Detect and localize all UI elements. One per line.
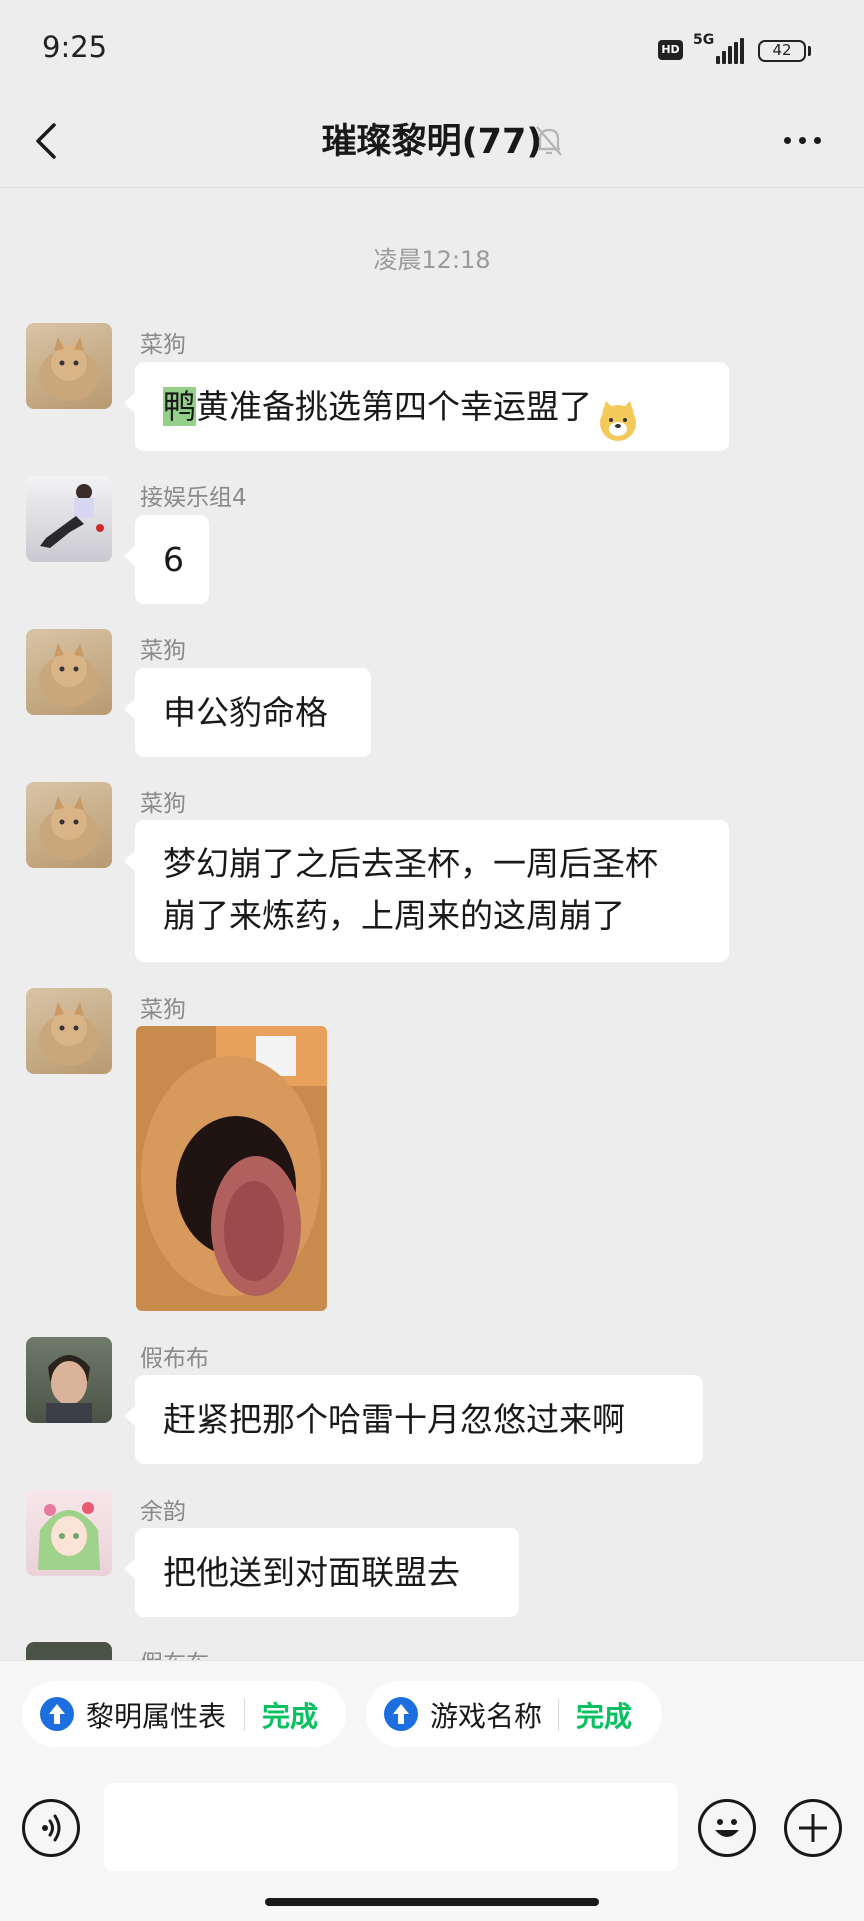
message-bubble[interactable]: 6 — [124, 515, 209, 604]
avatar-jieyuleshu[interactable] — [26, 476, 112, 562]
sender-name: 余韵 — [140, 1499, 186, 1525]
avatar-jiabubu[interactable] — [26, 1642, 112, 1660]
dog-face-emoji-icon — [596, 387, 640, 441]
avatar-caigou[interactable] — [26, 629, 112, 715]
sender-name: 假布布 — [140, 1644, 209, 1660]
smiley-icon — [715, 1819, 739, 1837]
chip-label: 黎明属性表 — [86, 1700, 227, 1733]
message-bubble[interactable]: 把他送到对面联盟去 — [124, 1528, 519, 1617]
chat-timestamp: 凌晨12:18 — [373, 246, 491, 274]
nav-bar: 璀璨黎明(77) — [0, 95, 864, 188]
input-panel: 黎明属性表 完成 游戏名称 完成 — [0, 1660, 864, 1921]
battery-tip — [808, 46, 811, 56]
add-more-button[interactable] — [784, 1799, 842, 1857]
message-text-line: 梦幻崩了之后去圣杯，一周后圣杯 — [163, 844, 658, 883]
up-arrow-icon — [40, 1697, 74, 1731]
plus-icon — [799, 1814, 827, 1842]
chat-title: 璀璨黎明(77) — [321, 122, 543, 162]
home-indicator[interactable] — [265, 1898, 599, 1906]
avatar-caigou[interactable] — [26, 782, 112, 868]
battery-icon: 42 — [758, 40, 806, 62]
network-label: 5G — [693, 32, 715, 48]
more-options-icon[interactable] — [780, 125, 826, 155]
hd-badge: HD — [658, 40, 683, 60]
avatar-caigou[interactable] — [26, 323, 112, 409]
message-bubble[interactable]: 申公豹命格 — [124, 668, 371, 757]
bell-muted-icon — [536, 126, 562, 156]
emoji-button[interactable] — [698, 1799, 756, 1857]
highlighted-text: 鸭 — [163, 387, 196, 426]
avatar-yuyun[interactable] — [26, 1490, 112, 1576]
avatar-caigou[interactable] — [26, 988, 112, 1074]
chip-divider — [244, 1699, 245, 1731]
sender-name: 接娱乐组4 — [140, 485, 247, 511]
message-bubble[interactable]: 梦幻崩了之后去圣杯，一周后圣杯 崩了来炼药，上周来的这周崩了 — [124, 820, 729, 962]
sender-name: 菜狗 — [140, 997, 186, 1023]
up-arrow-icon — [384, 1697, 418, 1731]
sender-name: 菜狗 — [140, 638, 186, 664]
chip-done-button[interactable]: 完成 — [576, 1695, 632, 1735]
avatar-jiabubu[interactable] — [26, 1337, 112, 1423]
message-text: 黄准备挑选第四个幸运盟了 — [196, 387, 592, 426]
chip-divider — [558, 1699, 559, 1731]
status-time: 9:25 — [42, 30, 108, 64]
message-text-line: 崩了来炼药，上周来的这周崩了 — [163, 896, 625, 935]
chip-attribute-sheet[interactable]: 黎明属性表 完成 — [22, 1681, 346, 1747]
sender-name: 菜狗 — [140, 332, 186, 358]
dog-nose-sticker-image[interactable] — [136, 1026, 327, 1311]
chip-done-button[interactable]: 完成 — [262, 1695, 318, 1735]
voice-icon — [42, 1814, 61, 1842]
voice-input-button[interactable] — [22, 1799, 80, 1857]
chip-label: 游戏名称 — [430, 1700, 543, 1733]
sender-name: 假布布 — [140, 1346, 209, 1372]
chip-game-name[interactable]: 游戏名称 完成 — [366, 1681, 662, 1747]
signal-icon — [716, 38, 746, 64]
message-bubble[interactable]: 鸭黄准备挑选第四个幸运盟了 — [124, 362, 729, 451]
message-input[interactable] — [104, 1783, 678, 1871]
sender-name: 菜狗 — [140, 791, 186, 817]
message-bubble[interactable]: 赶紧把那个哈雷十月忽悠过来啊 — [124, 1375, 703, 1464]
